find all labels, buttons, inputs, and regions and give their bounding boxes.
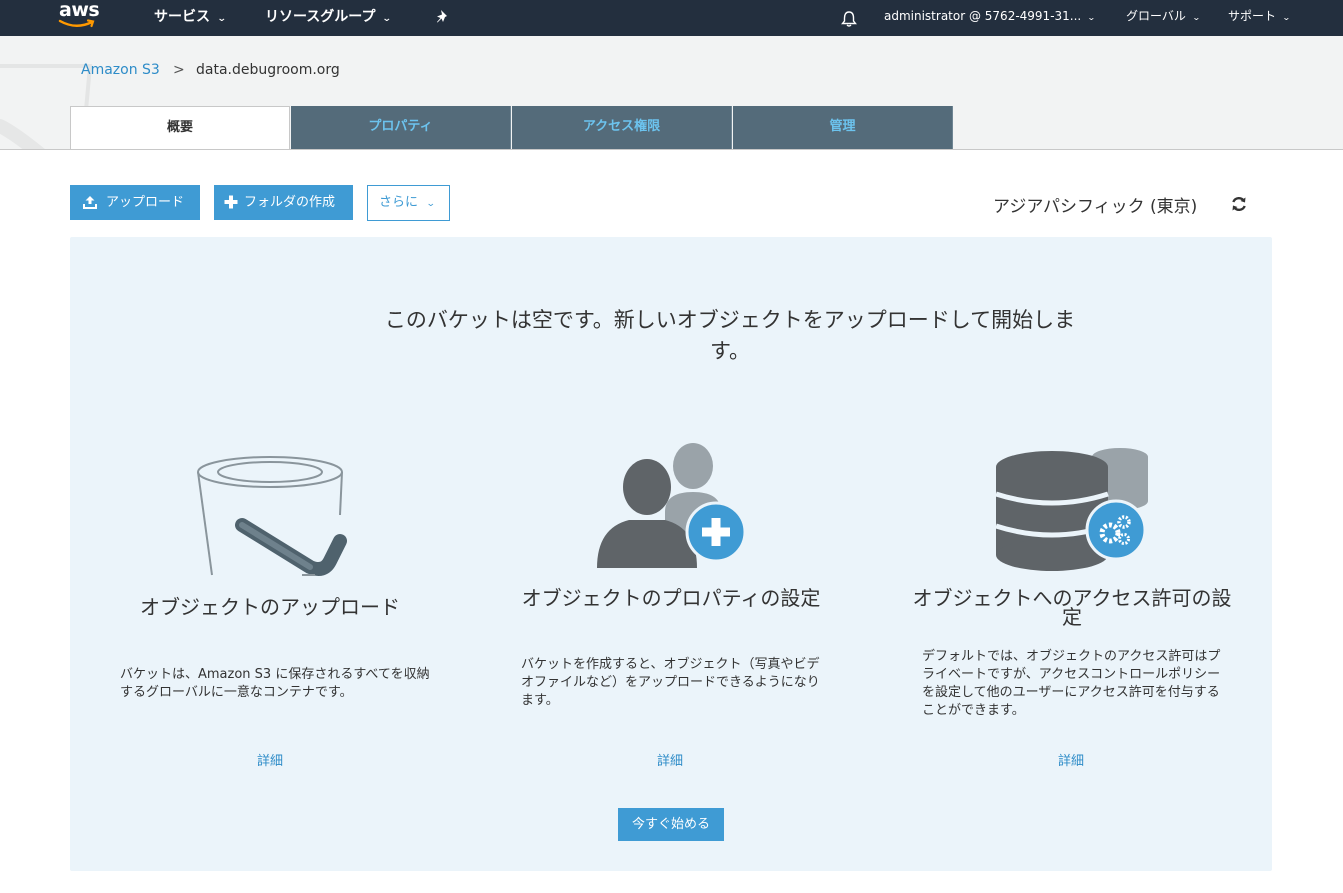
card-permissions-title: オブジェクトへのアクセス許可の設定: [912, 586, 1232, 629]
tab-properties-label: プロパティ: [368, 119, 433, 134]
chevron-down-icon: ⌄: [382, 14, 393, 24]
tab-overview-label: 概要: [166, 120, 193, 135]
region-label: グローバル: [1126, 9, 1186, 23]
tab-management[interactable]: 管理: [733, 106, 953, 149]
upload-icon: [80, 185, 100, 224]
more-actions-dropdown[interactable]: さらに ⌄: [367, 185, 450, 221]
more-actions-label: さらに: [379, 195, 419, 210]
card-upload-description: バケットは、Amazon S3 に保存されるすべてを収納するグローバルに一意なコ…: [120, 667, 430, 700]
upload-button[interactable]: アップロード: [70, 185, 200, 220]
refresh-icon[interactable]: [1229, 194, 1249, 214]
empty-bucket-panel: このバケットは空です。新しいオブジェクトをアップロードして開始します。 オブジェ…: [70, 237, 1272, 871]
card-upload-title: オブジェクトのアップロード: [140, 595, 400, 619]
plus-icon: [221, 185, 241, 223]
database-settings-icon: [995, 448, 1148, 571]
aws-logo[interactable]: aws: [56, 0, 102, 32]
chevron-down-icon: ⌄: [216, 14, 227, 24]
resource-groups-label: リソースグループ: [265, 9, 376, 25]
card-properties-learn-more-link[interactable]: 詳細: [657, 750, 683, 769]
card-properties-title: オブジェクトのプロパティの設定: [521, 586, 821, 610]
empty-bucket-title: このバケットは空です。新しいオブジェクトをアップロードして開始します。: [384, 308, 1076, 363]
bucket-header: Amazon S3 > data.debugroom.org 概要 プロパティ …: [0, 36, 1343, 150]
tab-permissions-label: アクセス権限: [582, 119, 661, 134]
tab-properties[interactable]: プロパティ: [291, 106, 511, 149]
chevron-down-icon: ⌄: [425, 199, 436, 209]
services-label: サービス: [154, 9, 210, 25]
bell-icon[interactable]: [840, 8, 858, 27]
upload-label: アップロード: [106, 195, 185, 210]
account-menu[interactable]: administrator @ 5762-4991-31... ⌄: [884, 0, 1096, 36]
support-menu[interactable]: サポート ⌄: [1228, 0, 1291, 36]
card-permissions-description: デフォルトでは、オブジェクトのアクセス許可はプライベートですが、アクセスコントロ…: [922, 649, 1221, 718]
bucket-icon: [197, 456, 347, 576]
tab-management-label: 管理: [829, 119, 856, 134]
aws-logo-text: aws: [59, 0, 100, 21]
chevron-down-icon: ⌄: [1191, 13, 1201, 22]
tab-overview[interactable]: 概要: [70, 106, 290, 149]
account-label: administrator @ 5762-4991-31...: [884, 9, 1082, 23]
card-properties-description: バケットを作成すると、オブジェクト（写真やビデオファイルなど）をアップロードでき…: [521, 657, 820, 708]
card-permissions-learn-more-link[interactable]: 詳細: [1058, 750, 1084, 769]
chevron-down-icon: ⌄: [1087, 13, 1096, 22]
card-upload-learn-more-link[interactable]: 詳細: [257, 750, 283, 769]
resource-groups-menu[interactable]: リソースグループ ⌄: [265, 0, 393, 36]
breadcrumb-current-bucket: data.debugroom.org: [196, 62, 340, 78]
chevron-down-icon: ⌄: [1282, 13, 1291, 22]
get-started-button[interactable]: 今すぐ始める: [618, 808, 724, 841]
tab-permissions[interactable]: アクセス権限: [512, 106, 732, 149]
aws-smile-icon: [58, 19, 95, 28]
services-menu[interactable]: サービス ⌄: [154, 0, 227, 36]
create-folder-label: フォルダの作成: [244, 195, 336, 210]
breadcrumb-separator: >: [173, 62, 185, 78]
region-menu[interactable]: グローバル ⌄: [1126, 0, 1201, 36]
create-folder-button[interactable]: フォルダの作成: [214, 185, 353, 220]
pin-icon[interactable]: [436, 9, 450, 27]
breadcrumb-amazon-s3-link[interactable]: Amazon S3: [81, 62, 160, 78]
support-label: サポート: [1228, 9, 1277, 23]
bucket-region-label: アジアパシフィック (東京): [993, 197, 1198, 217]
users-add-icon: [597, 443, 747, 568]
top-navigation-bar: aws サービス ⌄ リソースグループ ⌄ administrator @ 5762…: [0, 0, 1343, 36]
